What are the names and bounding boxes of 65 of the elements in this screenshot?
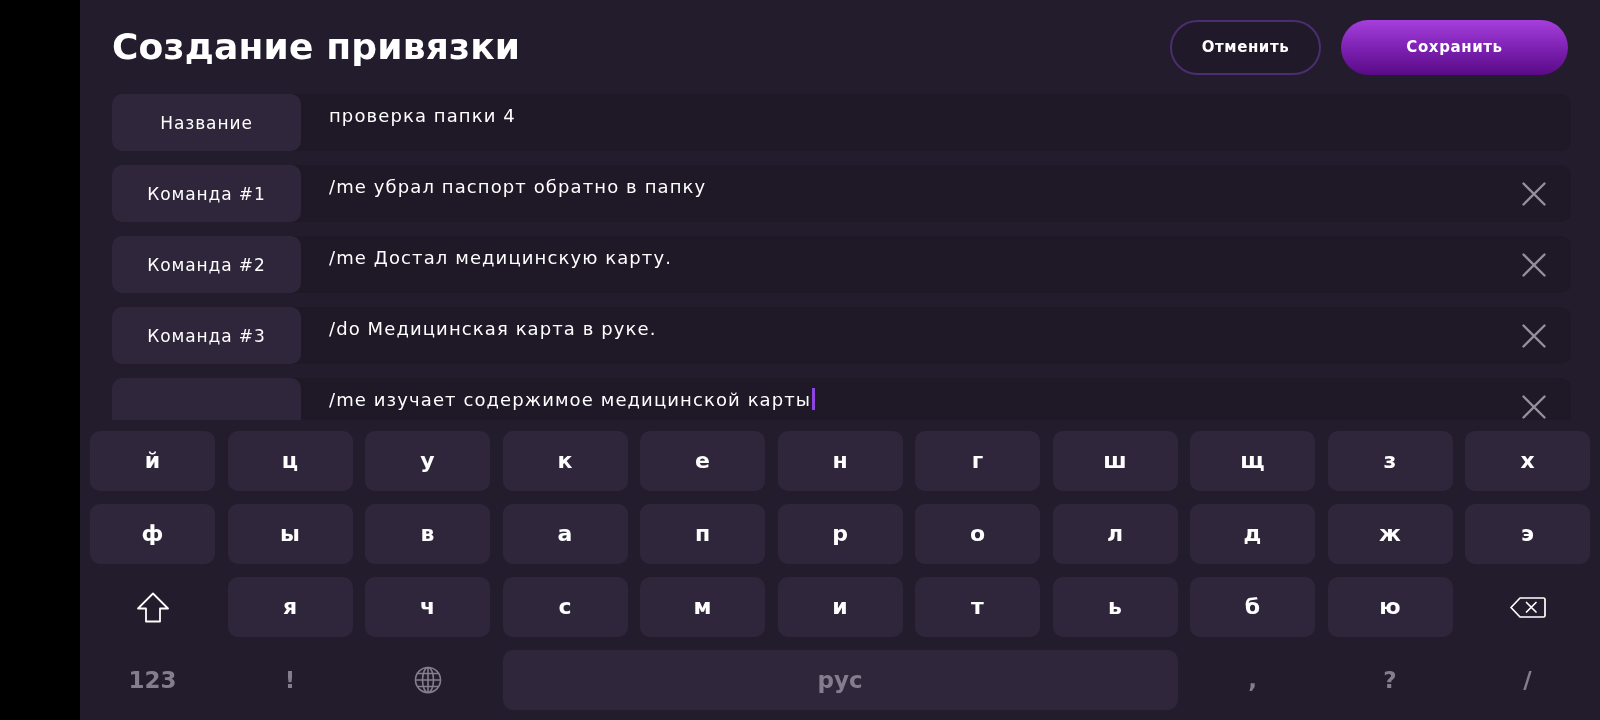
field-label: Команда #3 (112, 307, 301, 364)
page-title: Создание привязки (112, 25, 521, 69)
remove-button[interactable] (1522, 323, 1546, 348)
keyboard-key[interactable]: р (777, 504, 903, 564)
keyboard-key[interactable]: х (1465, 431, 1590, 491)
keyboard-key[interactable]: , (1190, 650, 1315, 710)
keyboard-key[interactable]: о (915, 504, 1040, 564)
field-value: /me Достал медицинскую карту. (329, 246, 672, 270)
shift-icon (135, 591, 170, 623)
keyboard-key[interactable]: ш (1052, 431, 1178, 491)
text-field[interactable]: Команда #3 /do Медицинская карта в руке. (112, 307, 1571, 364)
keyboard-key[interactable]: ж (1327, 504, 1453, 564)
keyboard-key[interactable]: у (365, 431, 490, 491)
keyboard-key[interactable]: й (90, 431, 215, 491)
keyboard-key[interactable]: з (1327, 431, 1453, 491)
remove-button[interactable] (1522, 181, 1546, 206)
keyboard-key[interactable]: ы (227, 504, 353, 564)
text-field[interactable]: /me изучает содержимое медицинской карты (112, 378, 1571, 420)
backspace-icon (1509, 596, 1546, 618)
keyboard-key[interactable]: ь (1052, 577, 1178, 637)
space-key[interactable]: рус (502, 650, 1178, 710)
keyboard-key[interactable]: я (227, 577, 353, 637)
keyboard-key[interactable]: г (915, 431, 1040, 491)
close-icon (1522, 181, 1546, 206)
keyboard-key[interactable]: т (915, 577, 1040, 637)
text-field[interactable]: Команда #1 /me убрал паспорт обратно в папку (112, 165, 1571, 222)
text-field[interactable]: Название проверка папки 4 (112, 94, 1571, 151)
keyboard-key[interactable]: э (1465, 504, 1590, 564)
keyboard-key[interactable]: щ (1190, 431, 1315, 491)
keyboard-key[interactable]: с (502, 577, 628, 637)
field-value: /me убрал паспорт обратно в папку (329, 175, 707, 199)
field-value: проверка папки 4 (329, 104, 516, 128)
keyboard-key[interactable]: е (640, 431, 765, 491)
keyboard-key[interactable]: д (1190, 504, 1315, 564)
keyboard-key[interactable]: в (365, 504, 490, 564)
keyboard-key[interactable]: п (640, 504, 765, 564)
keyboard-key[interactable]: и (777, 577, 903, 637)
close-icon (1522, 252, 1546, 277)
remove-button[interactable] (1522, 252, 1546, 277)
keyboard-key[interactable]: н (777, 431, 903, 491)
remove-button[interactable] (1522, 394, 1546, 419)
cancel-button[interactable]: Отменить (1170, 19, 1321, 75)
field-label: Команда #2 (112, 236, 301, 293)
keyboard-key[interactable]: ю (1327, 577, 1453, 637)
keyboard-key[interactable]: 123 (90, 650, 215, 710)
save-button[interactable]: Сохранить (1341, 19, 1568, 75)
keyboard-key[interactable]: л (1052, 504, 1178, 564)
field-label: Название (112, 94, 301, 151)
keyboard-key[interactable]: м (640, 577, 765, 637)
field-value: /do Медицинская карта в руке. (329, 317, 657, 341)
text-field[interactable]: Команда #2 /me Достал медицинскую карту. (112, 236, 1571, 293)
close-icon (1522, 323, 1546, 348)
keyboard-key[interactable]: / (1465, 650, 1590, 710)
keyboard-key[interactable]: к (502, 431, 628, 491)
keyboard-key[interactable]: ц (227, 431, 353, 491)
keyboard-key[interactable]: а (502, 504, 628, 564)
keyboard-key[interactable]: ? (1327, 650, 1453, 710)
field-value: /me изучает содержимое медицинской карты (329, 388, 812, 412)
keyboard-key[interactable]: ! (227, 650, 353, 710)
field-label: Команда #1 (112, 165, 301, 222)
keyboard-key[interactable]: б (1190, 577, 1315, 637)
close-icon (1522, 394, 1546, 419)
keyboard-key[interactable]: ч (365, 577, 490, 637)
keyboard-key[interactable]: ф (90, 504, 215, 564)
globe-icon (413, 666, 442, 694)
